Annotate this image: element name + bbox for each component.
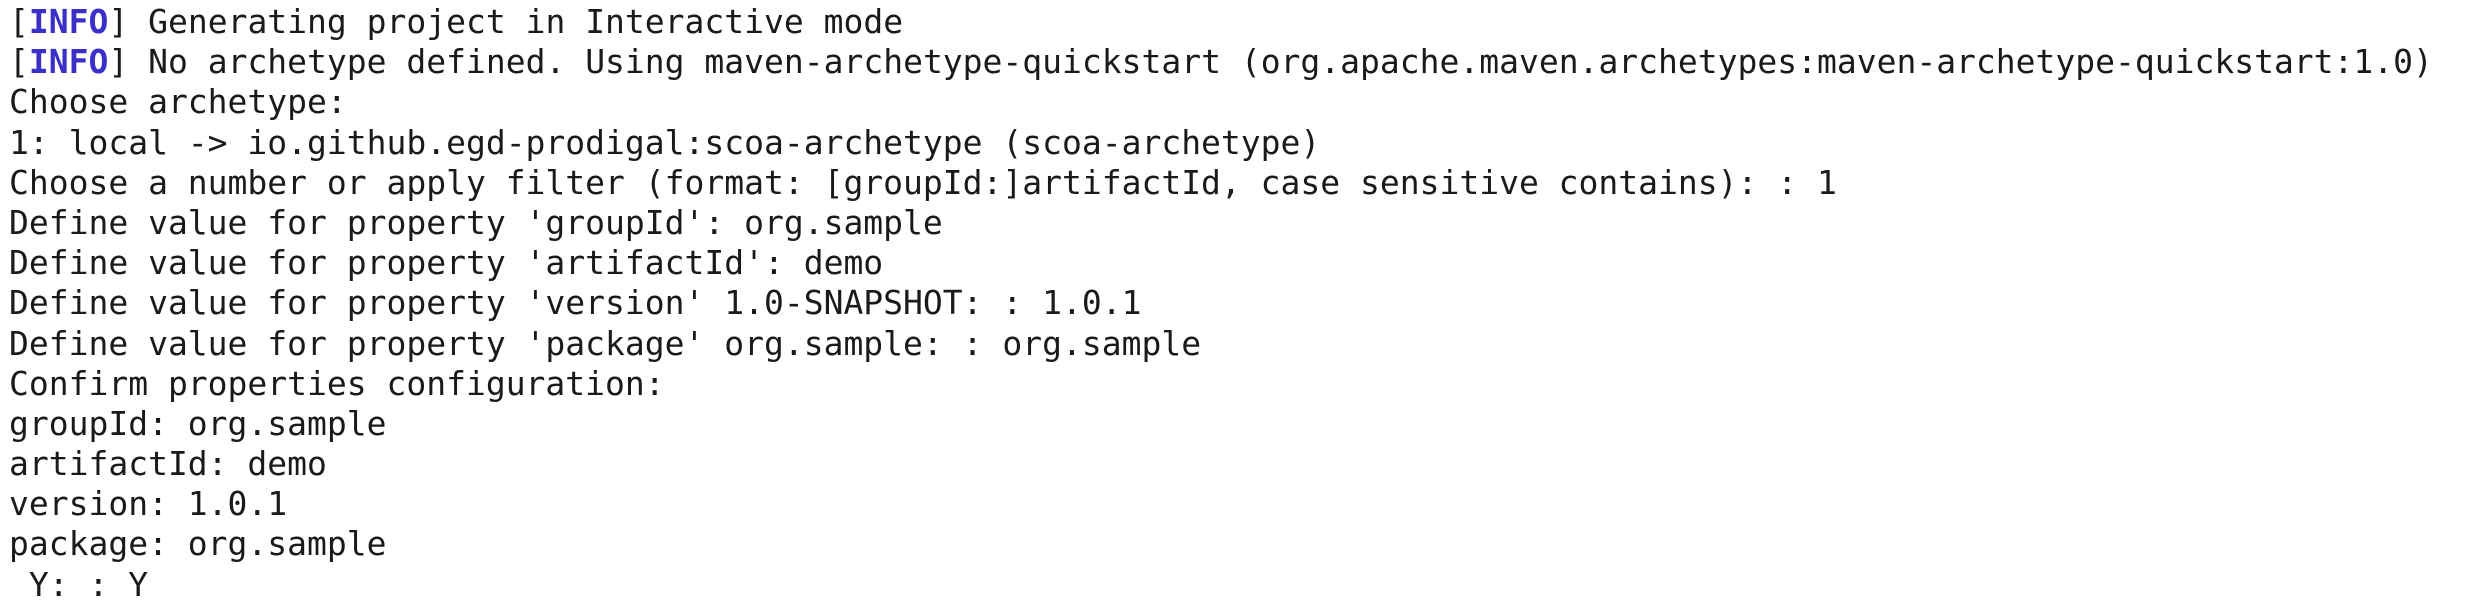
output-line-confirm-header: Confirm properties configuration: [9,363,665,403]
output-line-version-prompt: Define value for property 'version' 1.0-… [9,283,1142,323]
info-message: No archetype defined. Using maven-archet… [128,42,2433,82]
output-line-package-prompt: Define value for property 'package' org.… [9,323,1202,363]
output-line-groupid-prompt: Define value for property 'groupId': org… [9,202,943,242]
info-line: [INFO] No archetype defined. Using maven… [9,42,2470,82]
info-line: [INFO] Generating project in Interactive… [9,2,2470,42]
info-message: Generating project in Interactive mode [128,2,904,41]
output-line-artifactid: artifactId: demo [9,444,327,484]
output-line-choose-archetype: Choose archetype: [9,82,347,122]
output-line-version: version: 1.0.1 [9,484,288,524]
output-line-choose-number: Choose a number or apply filter (format:… [9,162,1837,202]
output-line-archetype-option: 1: local -> io.github.egd-prodigal:scoa-… [9,122,1321,162]
info-tag: INFO [28,2,109,41]
output-line-artifactid-prompt: Define value for property 'artifactId': … [9,243,884,283]
output-line-groupid: groupId: org.sample [9,403,387,443]
bracket-close: ] [108,42,129,82]
output-line-confirm-input: Y: : Y [9,564,149,604]
terminal-output[interactable]: [INFO] Generating project in Interactive… [0,0,2470,604]
bracket-open: [ [9,42,29,82]
bracket-close: ] [108,2,129,41]
output-line-package: package: org.sample [9,524,387,564]
bracket-open: [ [9,2,29,41]
info-tag: INFO [28,42,109,82]
